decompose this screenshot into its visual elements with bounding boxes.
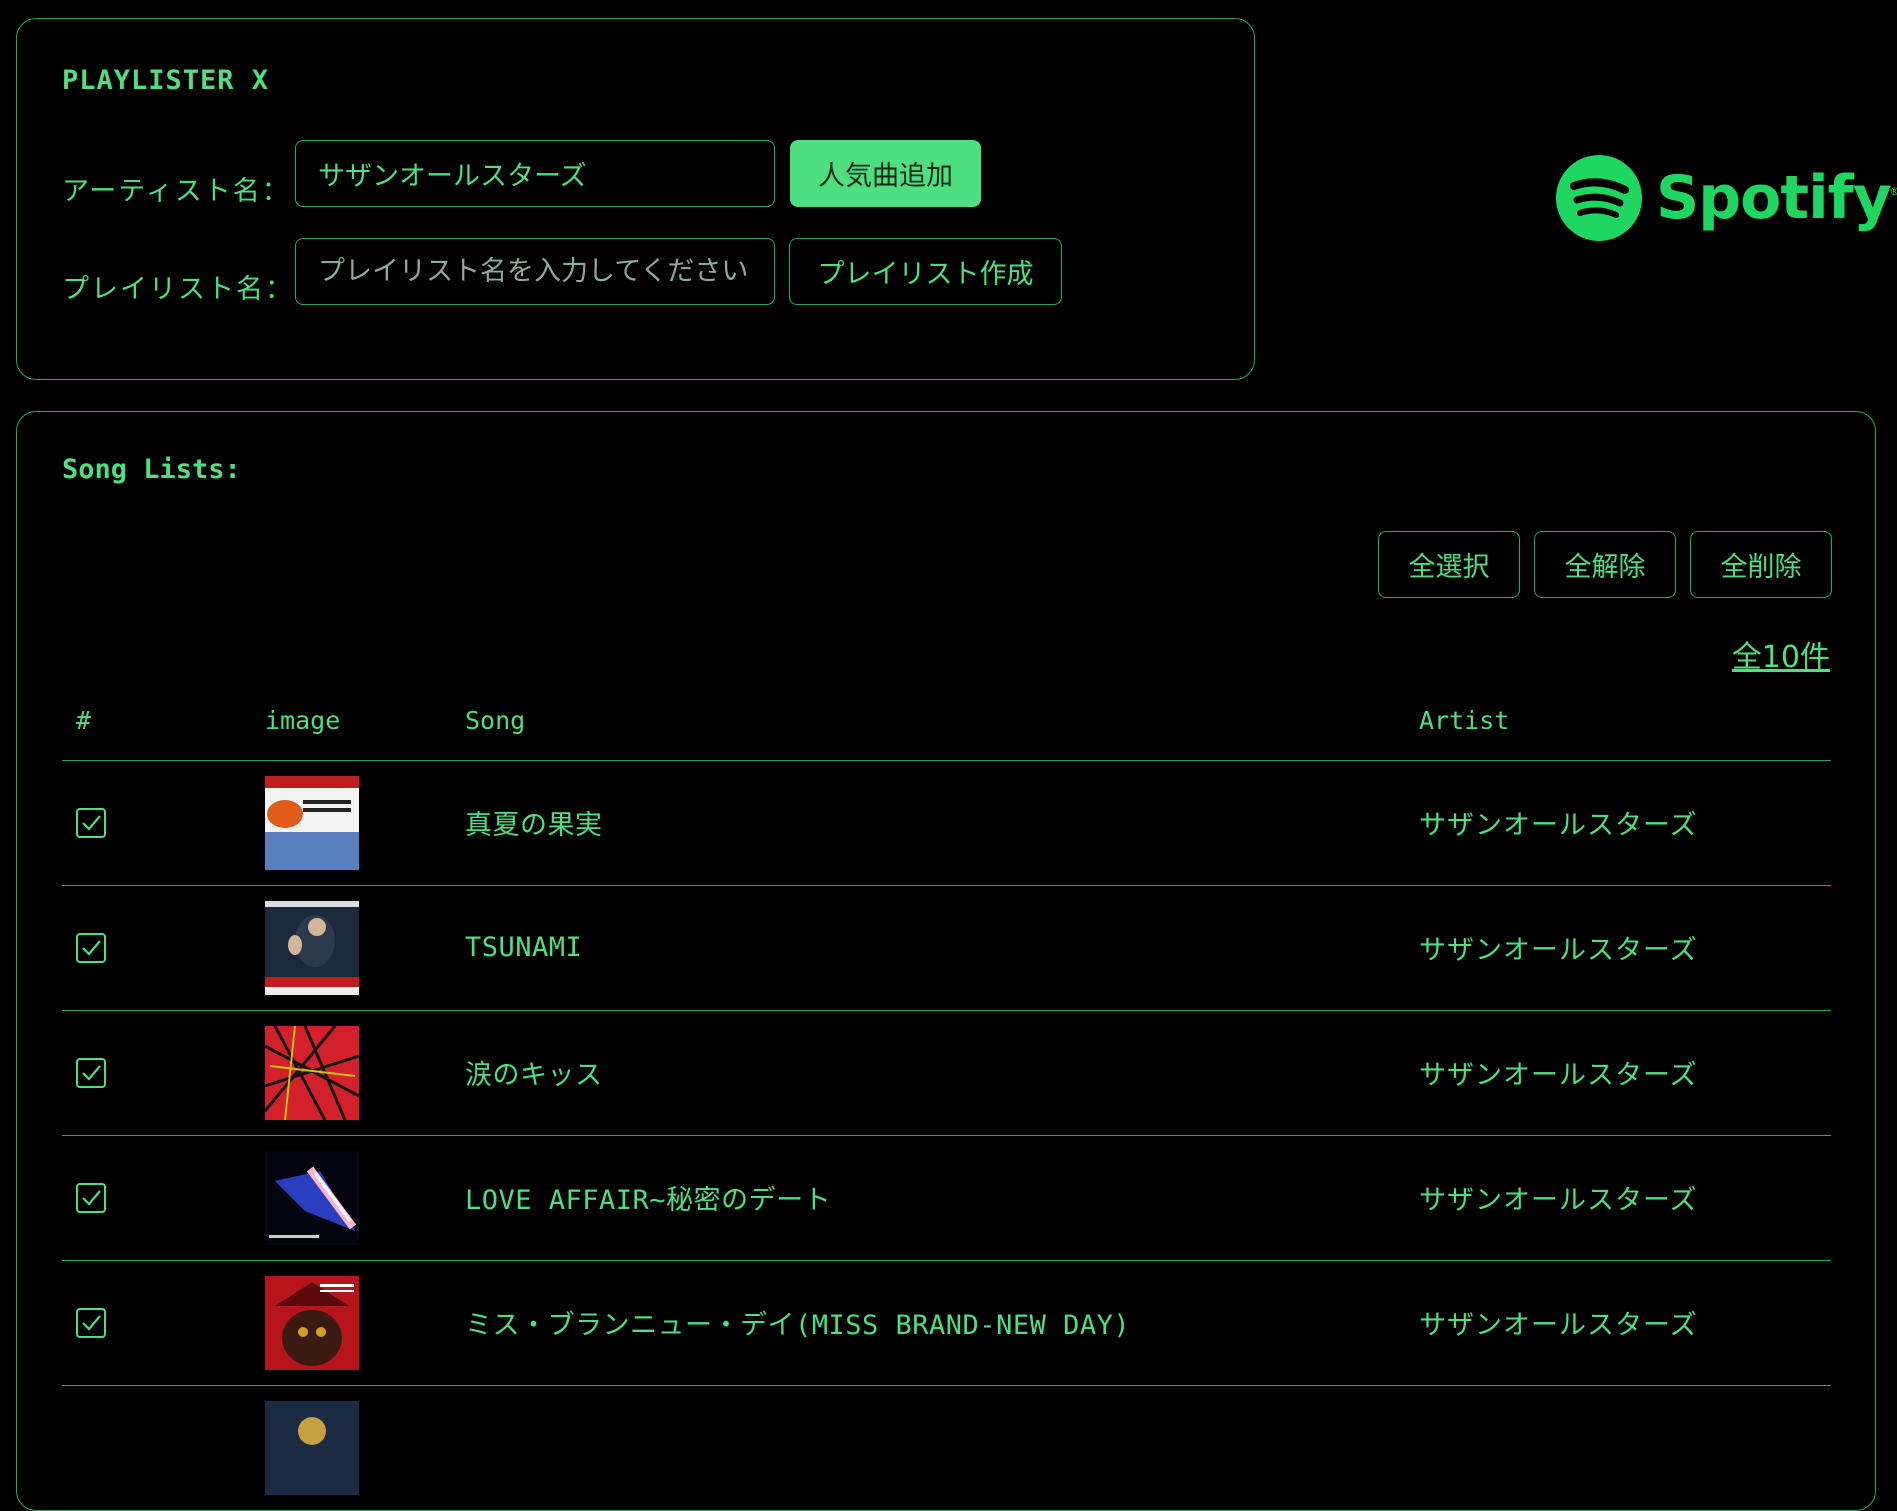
create-playlist-button[interactable]: プレイリスト作成 [789,238,1062,305]
registered-mark: ® [1890,185,1897,199]
column-header-artist: Artist [1405,682,1831,761]
album-cover-image [265,1150,359,1245]
table-row: ミス・ブランニュー・デイ(MISS BRAND-NEW DAY) サザンオールス… [62,1260,1831,1386]
artist-name: サザンオールスターズ [1405,760,1831,886]
checkmark-icon [82,1314,101,1331]
column-header-song: Song [451,682,1405,761]
album-cover-image [265,1275,359,1370]
table-row: 涙のキッス サザンオールスターズ [62,1010,1831,1136]
control-panel: PLAYLISTER X アーティスト名： 人気曲追加 プレイリスト名： プレイ… [16,18,1255,380]
artist-label: アーティスト名： [62,176,291,207]
artist-name: サザンオールスターズ [1405,885,1831,1011]
row-checkbox[interactable] [76,1057,106,1088]
song-title: ミス・ブランニュー・デイ(MISS BRAND-NEW DAY) [451,1260,1405,1386]
row-checkbox[interactable] [76,932,106,963]
song-title: 涙のキッス [451,1010,1405,1136]
song-table: # image Song Artist 真夏の果実 サザンオールスターズ TSU… [62,682,1831,1511]
table-row: LOVE AFFAIR~秘密のデート サザンオールスターズ [62,1135,1831,1261]
album-cover-image [265,775,359,870]
table-header-row: # image Song Artist [62,682,1831,761]
song-title: 真夏の果実 [451,760,1405,886]
row-checkbox[interactable] [76,1182,106,1213]
deselect-all-button[interactable]: 全解除 [1534,531,1676,598]
artist-name: サザンオールスターズ [1405,1010,1831,1136]
playlist-label: プレイリスト名： [62,274,294,305]
artist-name: サザンオールスターズ [1405,1260,1831,1386]
album-cover-image [265,1025,359,1120]
column-header-image: image [265,682,451,761]
album-cover-image [265,1400,359,1495]
playlist-name-input[interactable] [295,238,775,305]
song-count-link[interactable]: 全10件 [1732,632,1830,676]
song-title: TSUNAMI [451,885,1405,1011]
checkmark-icon [82,1064,101,1081]
album-cover-image [265,900,359,995]
spotify-wordmark: Spotify [1656,163,1892,233]
song-list-title: Song Lists: [62,454,241,485]
table-row [62,1385,1831,1511]
select-all-button[interactable]: 全選択 [1378,531,1520,598]
song-list-panel: Song Lists: 全選択 全解除 全削除 全10件 # image Son… [16,411,1876,1511]
checkmark-icon [82,1189,101,1206]
table-row: 真夏の果実 サザンオールスターズ [62,760,1831,886]
row-checkbox[interactable] [76,807,106,838]
column-header-number: # [62,682,265,761]
add-popular-songs-button[interactable]: 人気曲追加 [790,140,981,207]
spotify-logo: Spotify ® [1556,155,1897,241]
delete-all-button[interactable]: 全削除 [1690,531,1832,598]
artist-name-input[interactable] [295,140,775,207]
row-checkbox[interactable] [76,1307,106,1338]
checkmark-icon [82,939,101,956]
song-title: LOVE AFFAIR~秘密のデート [451,1135,1405,1261]
artist-name: サザンオールスターズ [1405,1135,1831,1261]
app-title: PLAYLISTER X [62,65,270,96]
spotify-icon [1556,155,1642,241]
table-row: TSUNAMI サザンオールスターズ [62,885,1831,1011]
checkmark-icon [82,814,101,831]
